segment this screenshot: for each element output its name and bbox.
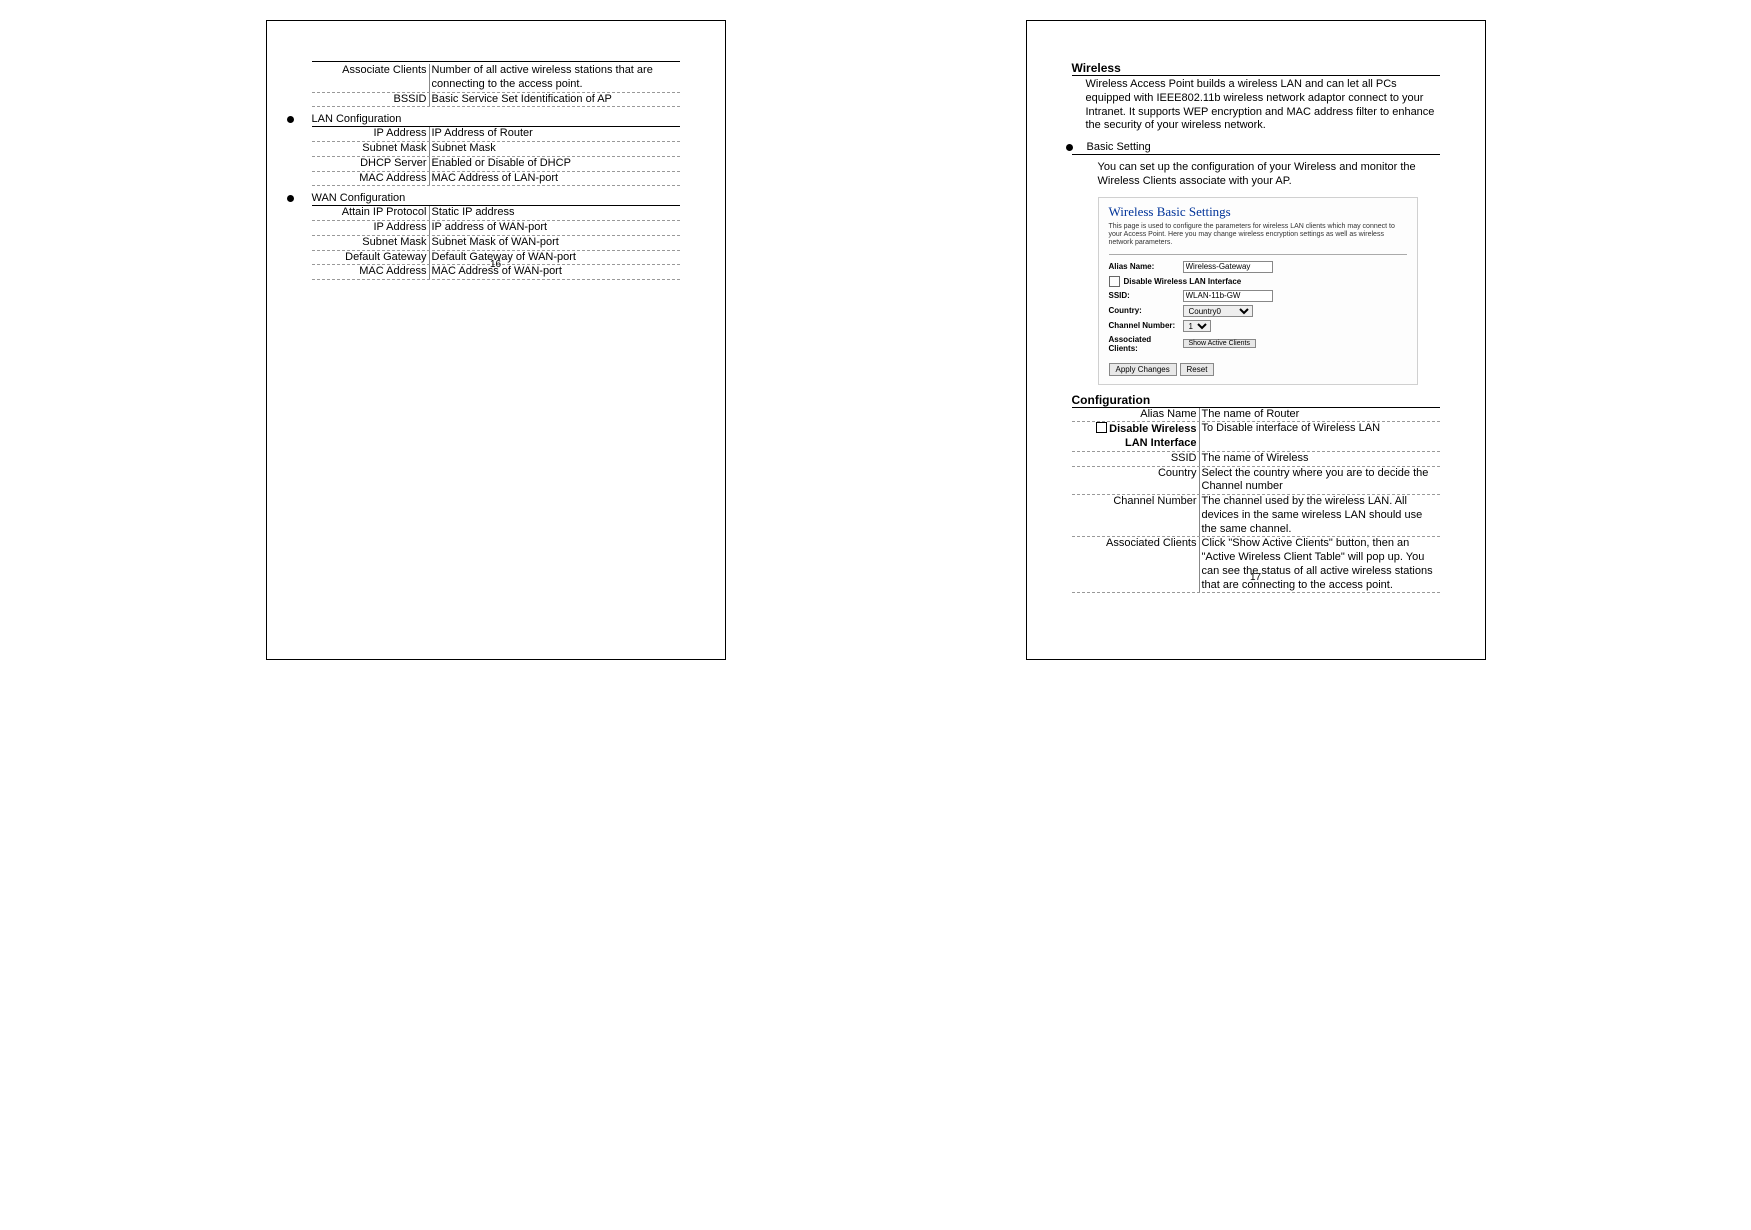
wbs-desc: This page is used to configure the param…: [1109, 223, 1407, 248]
row-value: Enabled or Disable of DHCP: [430, 157, 680, 171]
table-row: CountrySelect the country where you are …: [1072, 467, 1440, 496]
row-term: Subnet Mask: [312, 236, 430, 250]
table-row: Subnet MaskSubnet Mask of WAN-port: [312, 236, 680, 251]
alias-name-input[interactable]: [1183, 261, 1273, 273]
row-value: IP address of WAN-port: [430, 221, 680, 235]
lan-config-heading: LAN Configuration: [312, 113, 680, 127]
wbs-ssid-label: SSID:: [1109, 291, 1183, 300]
row-value: Click "Show Active Clients" button, then…: [1200, 537, 1440, 592]
row-term: Country: [1072, 467, 1200, 495]
table-row: Associate ClientsNumber of all active wi…: [312, 64, 680, 93]
wireless-body: Wireless Access Point builds a wireless …: [1086, 78, 1440, 133]
row-term: Associated Clients: [1072, 537, 1200, 592]
wbs-ssid-row: SSID:: [1109, 290, 1407, 302]
table-row: SSIDThe name of Wireless: [1072, 452, 1440, 467]
wbs-assoc-row: Associated Clients: Show Active Clients: [1109, 335, 1407, 353]
basic-setting-label: Basic Setting: [1087, 141, 1151, 153]
page-16: Associate ClientsNumber of all active wi…: [266, 20, 726, 660]
wireless-heading: Wireless: [1072, 61, 1440, 76]
wbs-alias-label: Alias Name:: [1109, 262, 1183, 271]
top-def-rows: Associate ClientsNumber of all active wi…: [312, 64, 680, 107]
configuration-rows: Alias NameThe name of RouterDisable Wire…: [1072, 408, 1440, 594]
row-value: Number of all active wireless stations t…: [430, 64, 680, 92]
row-value: Basic Service Set Identification of AP: [430, 93, 680, 107]
row-value: Static IP address: [430, 206, 680, 220]
row-value: The name of Wireless: [1200, 452, 1440, 466]
table-row: Alias NameThe name of Router: [1072, 408, 1440, 423]
table-row: Disable Wireless LAN InterfaceTo Disable…: [1072, 422, 1440, 452]
table-row: Associated ClientsClick "Show Active Cli…: [1072, 537, 1440, 593]
lan-def-rows: IP AddressIP Address of RouterSubnet Mas…: [312, 127, 680, 186]
lan-config-label: LAN Configuration: [312, 113, 402, 125]
row-term: Attain IP Protocol: [312, 206, 430, 220]
basic-setting-heading: Basic Setting: [1072, 141, 1440, 155]
row-value: Subnet Mask of WAN-port: [430, 236, 680, 250]
row-term: DHCP Server: [312, 157, 430, 171]
row-value: The channel used by the wireless LAN. Al…: [1200, 495, 1440, 536]
channel-select[interactable]: 1: [1183, 320, 1211, 332]
row-term: MAC Address: [312, 172, 430, 186]
row-term: IP Address: [312, 127, 430, 141]
row-term: Alias Name: [1072, 408, 1200, 422]
table-row: Channel NumberThe channel used by the wi…: [1072, 495, 1440, 537]
row-term: Disable Wireless LAN Interface: [1072, 422, 1200, 451]
table-row: DHCP ServerEnabled or Disable of DHCP: [312, 157, 680, 172]
row-value: Subnet Mask: [430, 142, 680, 156]
basic-setting-text: You can set up the configuration of your…: [1098, 161, 1440, 189]
page-number: 16: [312, 259, 680, 270]
country-select[interactable]: Country0: [1183, 305, 1253, 317]
checkbox-icon[interactable]: [1096, 422, 1107, 433]
wbs-disable-label: Disable Wireless LAN Interface: [1124, 277, 1242, 286]
bullet-icon: [287, 116, 294, 123]
row-term: Subnet Mask: [312, 142, 430, 156]
wbs-country-label: Country:: [1109, 306, 1183, 315]
show-active-clients-button[interactable]: Show Active Clients: [1183, 339, 1256, 348]
row-term: Associate Clients: [312, 64, 430, 92]
wan-config-label: WAN Configuration: [312, 192, 406, 204]
top-rule: [312, 61, 680, 62]
configuration-heading: Configuration: [1072, 393, 1440, 408]
row-value: MAC Address of LAN-port: [430, 172, 680, 186]
page-16-wrap: Associate ClientsNumber of all active wi…: [166, 20, 826, 660]
row-term: IP Address: [312, 221, 430, 235]
wbs-alias-row: Alias Name:: [1109, 261, 1407, 273]
wbs-channel-label: Channel Number:: [1109, 321, 1183, 330]
table-row: Subnet MaskSubnet Mask: [312, 142, 680, 157]
row-term: Channel Number: [1072, 495, 1200, 536]
document-spread: Associate ClientsNumber of all active wi…: [0, 0, 1751, 680]
row-value: IP Address of Router: [430, 127, 680, 141]
row-term: SSID: [1072, 452, 1200, 466]
table-row: MAC AddressMAC Address of LAN-port: [312, 172, 680, 187]
wbs-title: Wireless Basic Settings: [1109, 204, 1407, 220]
wbs-assoc-label: Associated Clients:: [1109, 335, 1183, 353]
wbs-channel-row: Channel Number: 1: [1109, 320, 1407, 332]
wbs-country-row: Country: Country0: [1109, 305, 1407, 317]
row-value: Select the country where you are to deci…: [1200, 467, 1440, 495]
ssid-input[interactable]: [1183, 290, 1273, 302]
row-value: The name of Router: [1200, 408, 1440, 422]
table-row: IP AddressIP address of WAN-port: [312, 221, 680, 236]
page-17-wrap: Wireless Wireless Access Point builds a …: [926, 20, 1586, 660]
bullet-icon: [1066, 144, 1073, 151]
wbs-button-row: Apply Changes Reset: [1109, 363, 1407, 376]
wbs-disable-row: Disable Wireless LAN Interface: [1109, 276, 1407, 287]
page-number: 17: [1072, 572, 1440, 583]
disable-wlan-checkbox[interactable]: [1109, 276, 1120, 287]
table-row: BSSIDBasic Service Set Identification of…: [312, 93, 680, 108]
row-value: To Disable interface of Wireless LAN: [1200, 422, 1440, 451]
wan-config-heading: WAN Configuration: [312, 192, 680, 206]
apply-changes-button[interactable]: Apply Changes: [1109, 363, 1177, 376]
reset-button[interactable]: Reset: [1180, 363, 1215, 376]
table-row: IP AddressIP Address of Router: [312, 127, 680, 142]
wireless-basic-settings-panel: Wireless Basic Settings This page is use…: [1098, 197, 1418, 385]
table-row: Attain IP ProtocolStatic IP address: [312, 206, 680, 221]
bullet-icon: [287, 195, 294, 202]
row-term: BSSID: [312, 93, 430, 107]
page-17: Wireless Wireless Access Point builds a …: [1026, 20, 1486, 660]
wbs-separator: [1109, 254, 1407, 255]
